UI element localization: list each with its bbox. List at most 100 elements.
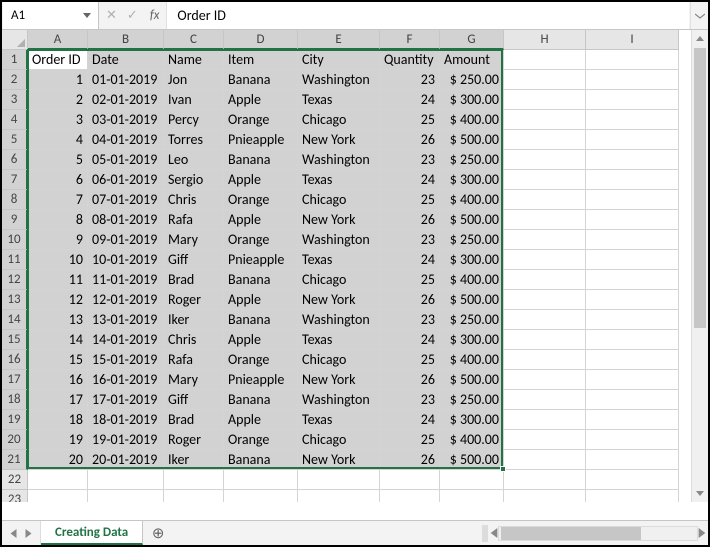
- cell[interactable]: [586, 470, 679, 490]
- cell[interactable]: Apple: [224, 170, 298, 190]
- cell[interactable]: 07-01-2019: [88, 190, 164, 210]
- cell[interactable]: [504, 410, 586, 430]
- cell[interactable]: $ 300.00: [440, 410, 504, 430]
- cell[interactable]: Chicago: [298, 270, 380, 290]
- cell[interactable]: 24: [380, 410, 440, 430]
- cell[interactable]: [298, 490, 380, 502]
- cell[interactable]: Orange: [224, 350, 298, 370]
- cell[interactable]: 25: [380, 270, 440, 290]
- cell[interactable]: Leo: [164, 150, 224, 170]
- cell[interactable]: 17: [28, 390, 88, 410]
- cell[interactable]: 11: [28, 270, 88, 290]
- cell[interactable]: [440, 490, 504, 502]
- cell[interactable]: Banana: [224, 270, 298, 290]
- row-header-2[interactable]: 2: [2, 70, 28, 90]
- cell[interactable]: 10: [28, 250, 88, 270]
- col-header-A[interactable]: A: [28, 30, 88, 50]
- cell[interactable]: $ 500.00: [440, 130, 504, 150]
- cell[interactable]: Item: [224, 50, 298, 70]
- scroll-down-icon[interactable]: [692, 485, 708, 502]
- cell[interactable]: [28, 490, 88, 502]
- cell[interactable]: [586, 390, 679, 410]
- cell[interactable]: Pnieapple: [224, 250, 298, 270]
- cell[interactable]: Pnieapple: [224, 130, 298, 150]
- cell[interactable]: [504, 470, 586, 490]
- sheet-tab-active[interactable]: Creating Data: [41, 521, 143, 545]
- cell[interactable]: [224, 470, 298, 490]
- cell[interactable]: 13-01-2019: [88, 310, 164, 330]
- cell[interactable]: 25: [380, 110, 440, 130]
- cell[interactable]: $ 300.00: [440, 250, 504, 270]
- cell[interactable]: Chicago: [298, 110, 380, 130]
- cell[interactable]: Order ID: [28, 50, 88, 70]
- cell[interactable]: 15: [28, 350, 88, 370]
- cell[interactable]: 18-01-2019: [88, 410, 164, 430]
- cell[interactable]: 12-01-2019: [88, 290, 164, 310]
- scroll-thumb[interactable]: [694, 48, 706, 328]
- sheet-prev-icon[interactable]: [10, 529, 17, 538]
- vertical-scrollbar[interactable]: [691, 30, 708, 502]
- cell[interactable]: 02-01-2019: [88, 90, 164, 110]
- row-header-8[interactable]: 8: [2, 190, 28, 210]
- cell[interactable]: 09-01-2019: [88, 230, 164, 250]
- cell[interactable]: 20-01-2019: [88, 450, 164, 470]
- cell[interactable]: City: [298, 50, 380, 70]
- cell[interactable]: Banana: [224, 70, 298, 90]
- cell[interactable]: 7: [28, 190, 88, 210]
- cell[interactable]: $ 400.00: [440, 430, 504, 450]
- cell[interactable]: [380, 470, 440, 490]
- cell[interactable]: [504, 490, 586, 502]
- row-header-4[interactable]: 4: [2, 110, 28, 130]
- cell[interactable]: [586, 210, 679, 230]
- cell[interactable]: Rafa: [164, 350, 224, 370]
- hsplit-handle[interactable]: [482, 525, 488, 542]
- cell[interactable]: Texas: [298, 250, 380, 270]
- cell[interactable]: [586, 250, 679, 270]
- row-header-20[interactable]: 20: [2, 430, 28, 450]
- cell[interactable]: [504, 450, 586, 470]
- cell[interactable]: 24: [380, 250, 440, 270]
- cell[interactable]: [298, 470, 380, 490]
- cell[interactable]: 16-01-2019: [88, 370, 164, 390]
- cell[interactable]: 05-01-2019: [88, 150, 164, 170]
- cell[interactable]: 24: [380, 170, 440, 190]
- cell[interactable]: 15-01-2019: [88, 350, 164, 370]
- cell[interactable]: 18: [28, 410, 88, 430]
- cell[interactable]: Apple: [224, 330, 298, 350]
- fill-handle[interactable]: [500, 466, 506, 472]
- cell[interactable]: New York: [298, 370, 380, 390]
- cell[interactable]: [164, 470, 224, 490]
- cell[interactable]: 26: [380, 450, 440, 470]
- cell[interactable]: 14: [28, 330, 88, 350]
- cell[interactable]: [380, 490, 440, 502]
- cell[interactable]: 23: [380, 150, 440, 170]
- cell[interactable]: [586, 410, 679, 430]
- cell[interactable]: 2: [28, 90, 88, 110]
- row-header-21[interactable]: 21: [2, 450, 28, 470]
- cell[interactable]: Ivan: [164, 90, 224, 110]
- cell[interactable]: [586, 490, 679, 502]
- cell[interactable]: 6: [28, 170, 88, 190]
- cell[interactable]: [586, 70, 679, 90]
- cell[interactable]: [586, 170, 679, 190]
- cell[interactable]: 13: [28, 310, 88, 330]
- cell[interactable]: [504, 290, 586, 310]
- cell[interactable]: Apple: [224, 290, 298, 310]
- row-header-5[interactable]: 5: [2, 130, 28, 150]
- cell[interactable]: New York: [298, 210, 380, 230]
- hscroll-thumb[interactable]: [501, 527, 641, 540]
- name-box-dropdown[interactable]: [80, 2, 94, 29]
- cell[interactable]: 24: [380, 330, 440, 350]
- col-header-F[interactable]: F: [380, 30, 440, 50]
- cell[interactable]: 19: [28, 430, 88, 450]
- cell[interactable]: [440, 470, 504, 490]
- cell[interactable]: [504, 150, 586, 170]
- cell[interactable]: Washington: [298, 230, 380, 250]
- cell[interactable]: Mary: [164, 370, 224, 390]
- cell[interactable]: [504, 390, 586, 410]
- cell[interactable]: [586, 290, 679, 310]
- cell[interactable]: Texas: [298, 330, 380, 350]
- cell[interactable]: Chicago: [298, 430, 380, 450]
- cell[interactable]: Sergio: [164, 170, 224, 190]
- cell[interactable]: $ 250.00: [440, 390, 504, 410]
